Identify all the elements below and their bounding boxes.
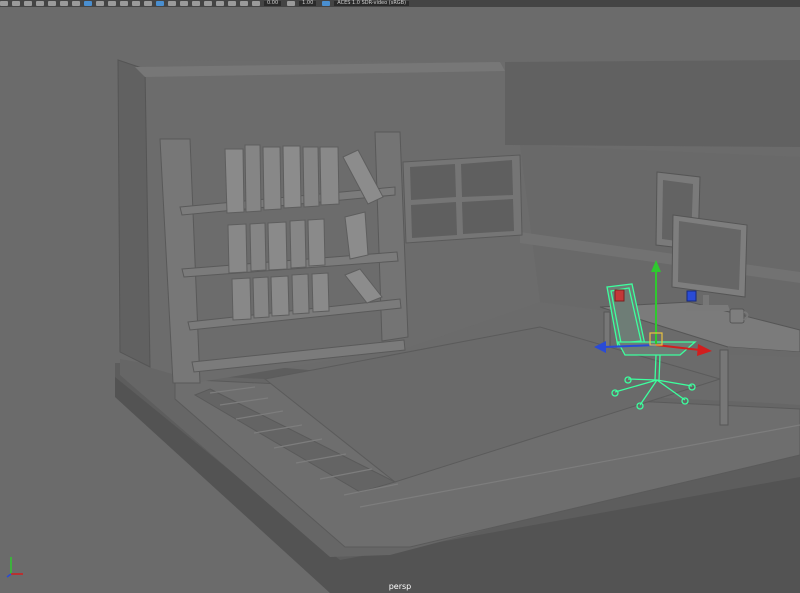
- isolate-select-icon[interactable]: [156, 1, 164, 6]
- lights-icon[interactable]: [132, 1, 140, 6]
- motion-blur-icon[interactable]: [216, 1, 224, 6]
- film-gate-icon[interactable]: [60, 1, 68, 6]
- screen-space-ao-icon[interactable]: [204, 1, 212, 6]
- exposure-field[interactable]: 0.00: [264, 1, 282, 6]
- wireframe-icon[interactable]: [84, 1, 92, 6]
- bookmark-icon[interactable]: [24, 1, 32, 6]
- depth-of-field-icon[interactable]: [240, 1, 248, 6]
- perspective-viewport[interactable]: persp: [0, 7, 800, 593]
- xray-joints-icon[interactable]: [180, 1, 188, 6]
- red-cube: [614, 289, 625, 302]
- axis-z-line: [6, 573, 12, 578]
- right-wall: [505, 60, 800, 337]
- textured-icon[interactable]: [120, 1, 128, 6]
- resolution-gate-icon[interactable]: [72, 1, 80, 6]
- select-camera-icon[interactable]: [0, 1, 8, 6]
- axis-orientation-indicator: [6, 557, 23, 578]
- exposure-icon[interactable]: [252, 1, 260, 6]
- window: [402, 154, 523, 244]
- camera-attributes-icon[interactable]: [12, 1, 20, 6]
- smooth-shade-icon[interactable]: [96, 1, 104, 6]
- view-transform-field[interactable]: ACES 1.0 SDR-video (sRGB): [334, 1, 410, 6]
- shadows-icon[interactable]: [144, 1, 152, 6]
- gamma-icon[interactable]: [287, 1, 296, 6]
- scene-render: [115, 59, 800, 593]
- wireframe-on-shaded-icon[interactable]: [108, 1, 116, 6]
- blue-cube: [686, 290, 697, 302]
- anti-aliasing-icon[interactable]: [228, 1, 236, 6]
- xray-icon[interactable]: [168, 1, 176, 6]
- viewport-toolbar: 0.00 1.00 ACES 1.0 SDR-video (sRGB): [0, 0, 800, 7]
- gamma-field[interactable]: 1.00: [299, 1, 317, 6]
- color-management-icon[interactable]: [322, 1, 331, 6]
- grid-icon[interactable]: [48, 1, 56, 6]
- image-plane-icon[interactable]: [36, 1, 44, 6]
- xray-components-icon[interactable]: [192, 1, 200, 6]
